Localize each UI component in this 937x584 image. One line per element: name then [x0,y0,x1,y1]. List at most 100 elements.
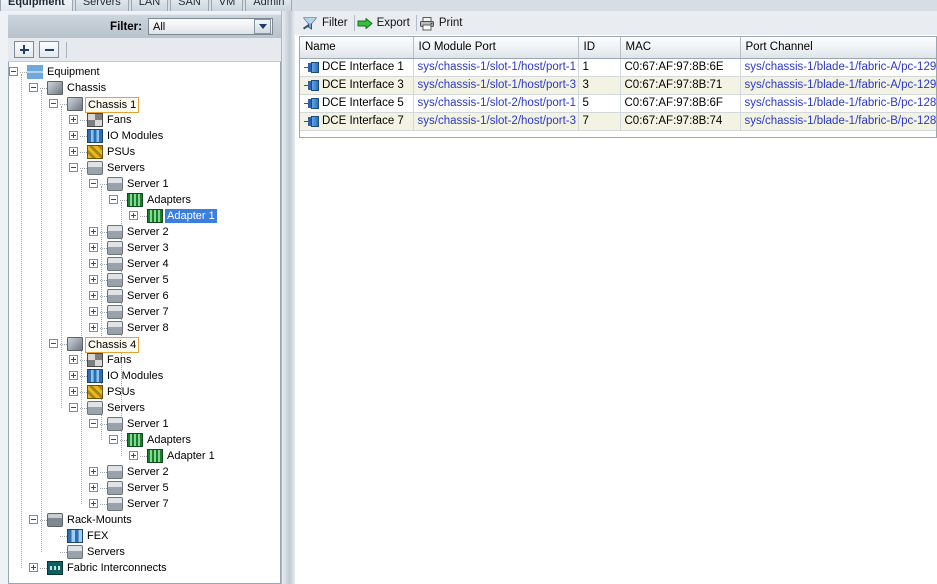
column-header-port-channel[interactable]: Port Channel [740,37,936,59]
expand-icon[interactable] [29,563,38,572]
dce-interface-table-container[interactable]: Name IO Module Port ID MAC Port Channel DCE … [299,36,937,138]
tree-item-psus[interactable]: PSUs [9,144,280,160]
expand-icon[interactable] [69,147,78,156]
tree-item-servers[interactable]: Servers [9,160,280,176]
expand-icon[interactable] [89,243,98,252]
cell-port-channel[interactable]: sys/chassis-1/blade-1/fabric-A/pc-1294 [740,76,936,95]
tree-item-server-2[interactable]: Server 2 [9,464,280,480]
nav-tab-san[interactable]: SAN [170,0,209,11]
tree-item-fex[interactable]: FEX [9,528,280,544]
tree-item-adapter-1[interactable]: Adapter 1 [9,208,280,224]
tree-item-server-7[interactable]: Server 7 [9,304,280,320]
nav-tab-servers[interactable]: Servers [74,0,129,11]
tree-item-io-modules[interactable]: IO Modules [9,368,280,384]
nav-tab-admin[interactable]: Admin [245,0,293,11]
tree-item-server-6[interactable]: Server 6 [9,288,280,304]
tree-item-chassis-1[interactable]: Chassis 1 [9,96,280,113]
collapse-icon[interactable] [89,419,98,428]
tree-item-rack-mounts[interactable]: Rack-Mounts [9,512,280,528]
cell-port-channel[interactable]: sys/chassis-1/blade-1/fabric-B/pc-1287 [740,112,936,131]
expand-icon[interactable] [89,467,98,476]
tree-item-server-4[interactable]: Server 4 [9,256,280,272]
collapse-icon[interactable] [89,179,98,188]
expand-icon[interactable] [129,451,138,460]
export-button[interactable]: Export [355,13,416,33]
column-header-io-module-port[interactable]: IO Module Port [413,37,579,59]
print-button[interactable]: Print [417,13,469,33]
equipment-tree-container[interactable]: Equipment Chassis Chassis 1 Fans IO Modules P… [8,62,281,584]
expand-icon[interactable] [89,499,98,508]
tree-item-chassis-4[interactable]: Chassis 4 [9,336,280,353]
collapse-icon[interactable] [69,403,78,412]
expand-icon[interactable] [89,307,98,316]
expand-icon[interactable] [89,323,98,332]
tree-item-servers[interactable]: Servers [9,544,280,560]
tree-item-chassis[interactable]: Chassis [9,80,280,96]
expand-icon[interactable] [69,131,78,140]
tree-item-equipment[interactable]: Equipment [9,64,280,80]
expand-icon[interactable] [89,275,98,284]
column-header-id[interactable]: ID [578,37,621,59]
cell-io-module-port[interactable]: sys/chassis-1/slot-1/host/port-3 [413,76,579,95]
expand-icon[interactable] [69,355,78,364]
collapse-icon[interactable] [69,163,78,172]
expand-icon[interactable] [69,371,78,380]
column-header-name[interactable]: Name [300,37,414,59]
tree-item-servers[interactable]: Servers [9,400,280,416]
collapse-icon[interactable] [9,67,18,76]
expand-icon[interactable] [89,259,98,268]
nav-tab-vm[interactable]: VM [210,0,244,11]
expand-all-button[interactable] [14,41,34,58]
tree-item-server-5[interactable]: Server 5 [9,272,280,288]
tree-item-server-7[interactable]: Server 7 [9,496,280,512]
collapse-icon[interactable] [109,195,118,204]
tree-item-server-5[interactable]: Server 5 [9,480,280,496]
tree-item-fans[interactable]: Fans [9,112,280,128]
expand-icon[interactable] [89,291,98,300]
tree-item-label: Adapter 1 [167,450,215,462]
nav-tab-lan[interactable]: LAN [130,0,169,11]
expand-icon[interactable] [89,227,98,236]
filter-select[interactable]: All [148,18,273,35]
nav-tab-equipment[interactable]: Equipment [0,0,73,11]
tree-item-adapters[interactable]: Adapters [9,192,280,208]
cell-io-module-port[interactable]: sys/chassis-1/slot-2/host/port-3 [413,112,579,131]
cell-port-channel[interactable]: sys/chassis-1/blade-1/fabric-A/pc-1294 [740,58,936,77]
tree-item-server-2[interactable]: Server 2 [9,224,280,240]
equipment-icon [27,65,43,79]
column-header-mac[interactable]: MAC [620,37,741,59]
tree-item-fans[interactable]: Fans [9,352,280,368]
tree-item-server-1[interactable]: Server 1 [9,176,280,192]
tree-item-adapter-1[interactable]: Adapter 1 [9,448,280,464]
psu-icon [87,145,103,159]
tree-item-io-modules[interactable]: IO Modules [9,128,280,144]
collapse-icon[interactable] [29,515,38,524]
cell-io-module-port[interactable]: sys/chassis-1/slot-1/host/port-1 [413,58,579,77]
tree-item-server-8[interactable]: Server 8 [9,320,280,336]
tree-item-server-1[interactable]: Server 1 [9,416,280,432]
table-row[interactable]: DCE Interface 5 sys/chassis-1/slot-2/host… [300,94,936,113]
expand-icon[interactable] [69,387,78,396]
table-row[interactable]: DCE Interface 7 sys/chassis-1/slot-2/host… [300,112,936,131]
cell-io-module-port[interactable]: sys/chassis-1/slot-2/host/port-1 [413,94,579,113]
cell-port-channel[interactable]: sys/chassis-1/blade-1/fabric-B/pc-1287 [740,94,936,113]
tree-connector-dash [120,200,127,201]
expand-icon[interactable] [69,115,78,124]
center-splitter[interactable] [281,11,295,584]
collapse-icon[interactable] [29,83,38,92]
chevron-down-icon[interactable] [254,19,271,34]
collapse-icon[interactable] [109,435,118,444]
collapse-all-button[interactable] [39,41,59,58]
tree-item-psus[interactable]: PSUs [9,384,280,400]
tree-item-server-3[interactable]: Server 3 [9,240,280,256]
collapse-icon[interactable] [49,339,58,348]
tree-item-fabric-interconnects[interactable]: Fabric Interconnects [9,560,280,576]
filter-button[interactable]: Filter [300,13,354,33]
expand-icon[interactable] [89,483,98,492]
expand-icon[interactable] [129,211,138,220]
table-row[interactable]: DCE Interface 3 sys/chassis-1/slot-1/host… [300,76,936,95]
tree-item-label: PSUs [107,386,136,398]
tree-item-adapters[interactable]: Adapters [9,432,280,448]
collapse-icon[interactable] [49,99,58,108]
table-row[interactable]: DCE Interface 1 sys/chassis-1/slot-1/host… [300,58,936,77]
